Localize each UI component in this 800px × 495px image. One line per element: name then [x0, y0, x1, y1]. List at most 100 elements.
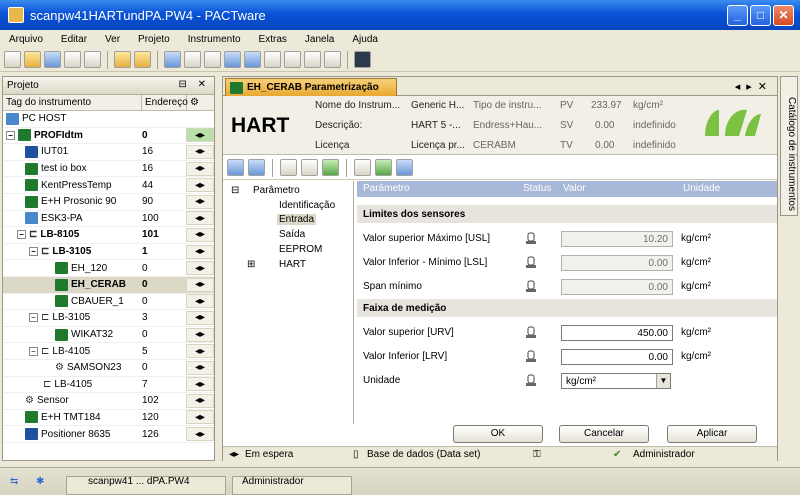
collapse-icon[interactable]: −: [29, 313, 38, 323]
simulation-icon[interactable]: [204, 51, 221, 68]
tree-item-eeprom[interactable]: EEPROM: [279, 244, 322, 255]
ok-button[interactable]: OK: [453, 425, 543, 443]
collapse-icon[interactable]: −: [29, 346, 38, 356]
tree-item-parametro[interactable]: Parâmetro: [253, 185, 300, 196]
measured-value-icon[interactable]: [184, 51, 201, 68]
device-icon: [55, 278, 68, 291]
connection-status-icon: ◂▸: [186, 393, 214, 408]
toolbar-separator: [157, 50, 158, 69]
tree-row[interactable]: Positioner 8635 126 ◂▸: [3, 426, 214, 443]
apply-button[interactable]: Aplicar: [667, 425, 757, 443]
tree-row[interactable]: test io box 16 ◂▸: [3, 161, 214, 178]
section-faixa-medicao: Faixa de medição: [357, 299, 777, 317]
collapse-icon[interactable]: −: [17, 230, 26, 240]
tree-row[interactable]: WIKAT32 0 ◂▸: [3, 327, 214, 344]
layout-split-icon[interactable]: [248, 159, 265, 176]
disconnect-icon[interactable]: [134, 51, 151, 68]
tree-row[interactable]: − ⊏ LB-3105 1 ◂▸: [3, 244, 214, 261]
menu-extras[interactable]: Extras: [250, 34, 296, 45]
tree-row[interactable]: EH_120 0 ◂▸: [3, 260, 214, 277]
menu-ver[interactable]: Ver: [96, 34, 129, 45]
print-icon[interactable]: [354, 159, 371, 176]
parameter-icon[interactable]: [164, 51, 181, 68]
tree-row[interactable]: ESK3-PA 100 ◂▸: [3, 211, 214, 228]
tree-row[interactable]: IUT01 16 ◂▸: [3, 144, 214, 161]
status-arrows-icon: ⇆: [10, 476, 19, 487]
connection-status-icon: ◂▸: [186, 427, 214, 442]
tree-row-selected[interactable]: EH_CERAB 0 ◂▸: [3, 276, 214, 294]
panel-pin-close-icon[interactable]: ⊟ ✕: [178, 79, 210, 90]
status-user: Administrador: [633, 449, 695, 460]
unidade-select[interactable]: kg/cm² ▼: [561, 373, 671, 389]
minimize-button[interactable]: _: [727, 5, 748, 26]
device-catalog-tab[interactable]: Catálogo de instrumentos: [780, 76, 798, 216]
tree-row[interactable]: KentPressTemp 44 ◂▸: [3, 177, 214, 194]
status-icon[interactable]: [375, 159, 392, 176]
network-icon[interactable]: [324, 51, 341, 68]
vendor-logo: [705, 109, 761, 136]
collapse-icon[interactable]: −: [29, 247, 38, 257]
col-address[interactable]: Endereço: [142, 95, 188, 110]
menu-projeto[interactable]: Projeto: [129, 34, 179, 45]
menu-instrumento[interactable]: Instrumento: [179, 34, 250, 45]
save-icon[interactable]: [44, 51, 61, 68]
tree-item-entrada[interactable]: Entrada: [277, 214, 317, 225]
tree-row[interactable]: E+H Prosonic 90 90 ◂▸: [3, 194, 214, 211]
tree-row[interactable]: PC HOST: [3, 111, 214, 128]
new-file-icon[interactable]: [4, 51, 21, 68]
tree-item-hart[interactable]: HART: [279, 259, 306, 270]
close-button[interactable]: ✕: [773, 5, 794, 26]
cancel-button[interactable]: Cancelar: [559, 425, 649, 443]
layout-icon[interactable]: [227, 159, 244, 176]
lrv-input[interactable]: 0.00: [561, 349, 673, 365]
print-preview-icon[interactable]: [84, 51, 101, 68]
tab-eh-cerab-parametrizacao[interactable]: EH_CERAB Parametrização: [225, 78, 397, 96]
tree-expander-icon[interactable]: ⊞: [247, 259, 255, 270]
help-icon[interactable]: [396, 159, 413, 176]
menu-janela[interactable]: Janela: [296, 34, 343, 45]
gateway-icon: ⊏: [41, 312, 50, 324]
menu-ajuda[interactable]: Ajuda: [343, 34, 387, 45]
maximize-button[interactable]: □: [750, 5, 771, 26]
tab-nav-close-icons[interactable]: ◂▸✕: [735, 80, 773, 93]
device-upload-icon[interactable]: [280, 159, 297, 176]
tree-row[interactable]: ⚙ SAMSON23 0 ◂▸: [3, 360, 214, 377]
device-download-icon[interactable]: [301, 159, 318, 176]
device-status-icon: [526, 326, 536, 338]
tree-row[interactable]: CBAUER_1 0 ◂▸: [3, 294, 214, 311]
tree-row[interactable]: ⊏ LB-4105 7 ◂▸: [3, 377, 214, 394]
connection-status-icon: ◂▸: [186, 211, 214, 226]
tree-row[interactable]: ⚙ Sensor 102 ◂▸: [3, 393, 214, 410]
device-remove-icon[interactable]: [284, 51, 301, 68]
refresh-icon[interactable]: [322, 159, 339, 176]
download-icon[interactable]: [244, 51, 261, 68]
urv-label: Valor superior [URV]: [363, 327, 454, 338]
tree-row[interactable]: − PROFIdtm 0 ◂▸: [3, 128, 214, 145]
topology-scan-icon[interactable]: [304, 51, 321, 68]
menu-arquivo[interactable]: Arquivo: [0, 34, 52, 45]
pc-host-icon: [6, 112, 19, 125]
connection-status-icon: ◂▸: [186, 227, 214, 242]
chevron-down-icon[interactable]: ▼: [656, 374, 670, 388]
open-folder-icon[interactable]: [24, 51, 41, 68]
tree-row[interactable]: − ⊏ LB-3105 3 ◂▸: [3, 310, 214, 327]
device-icon: [230, 81, 243, 94]
tree-row[interactable]: − ⊏ LB-8105 101 ◂▸: [3, 227, 214, 244]
device-add-icon[interactable]: [264, 51, 281, 68]
tree-row[interactable]: E+H TMT184 120 ◂▸: [3, 410, 214, 427]
print-icon[interactable]: [64, 51, 81, 68]
connect-icon[interactable]: [114, 51, 131, 68]
urv-input[interactable]: 450.00: [561, 325, 673, 341]
toolbar-separator: [107, 50, 108, 69]
tree-expander-icon[interactable]: ⊟: [231, 185, 239, 196]
menu-editar[interactable]: Editar: [52, 34, 96, 45]
project-panel-header: Projeto ⊟ ✕: [3, 77, 214, 95]
col-tag[interactable]: Tag do instrumento: [3, 95, 142, 110]
upload-icon[interactable]: [224, 51, 241, 68]
monitor-icon[interactable]: [354, 51, 371, 68]
tree-item-identificacao[interactable]: Identificação: [279, 200, 335, 211]
col-status-icon: ⚙: [190, 97, 199, 108]
tree-row[interactable]: − ⊏ LB-4105 5 ◂▸: [3, 343, 214, 360]
collapse-icon[interactable]: −: [6, 130, 15, 140]
tree-item-saida[interactable]: Saída: [279, 229, 305, 240]
